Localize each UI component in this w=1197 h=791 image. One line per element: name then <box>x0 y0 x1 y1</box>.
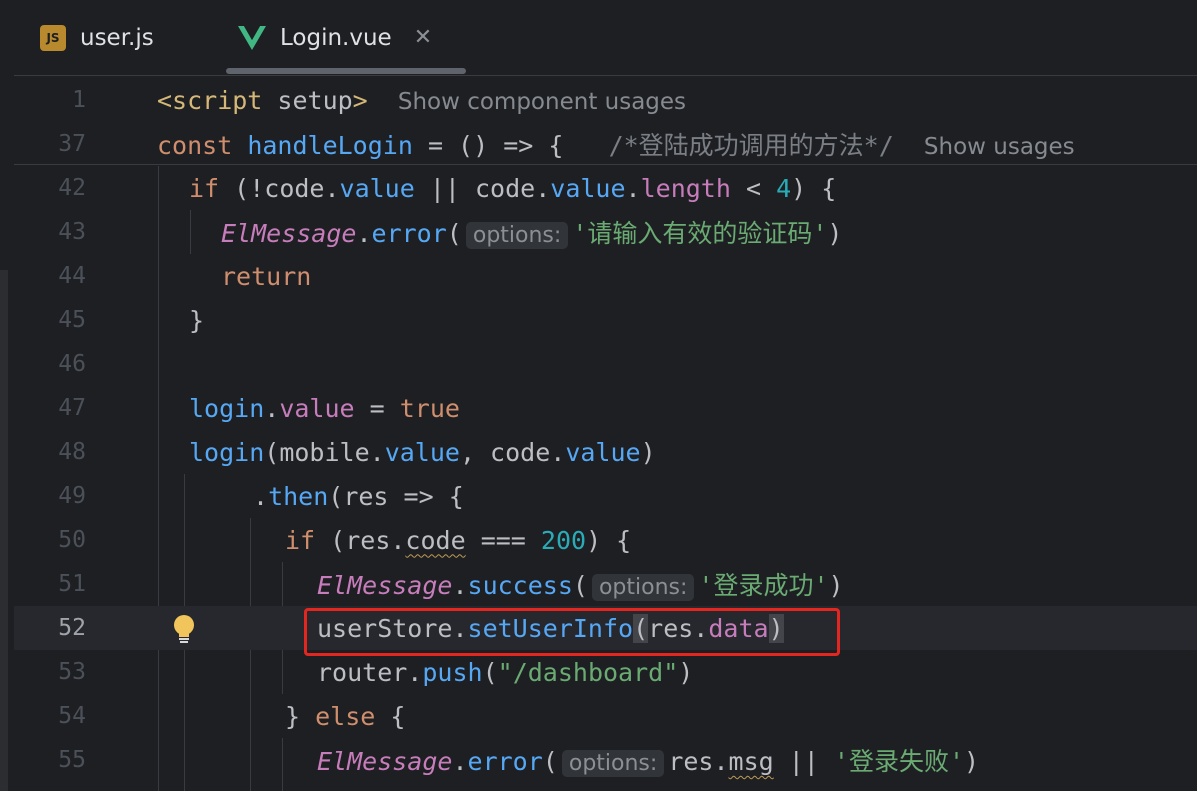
line-number: 53 <box>58 659 86 685</box>
code-text: ElMessage.error(options: res.msg || '登录失败… <box>317 747 980 777</box>
code-line[interactable]: 45 } <box>14 298 1197 342</box>
line-number: 54 <box>58 703 86 729</box>
tab-label: Login.vue <box>280 24 392 51</box>
parameter-hint: options: <box>591 574 695 601</box>
code-line[interactable]: 50 if (res.code === 200) { <box>14 518 1197 562</box>
line-number: 37 <box>58 131 86 157</box>
code-line[interactable]: 42 if (!code.value || code.value.length … <box>14 166 1197 210</box>
sticky-line[interactable]: 1 <script setup> Show component usages <box>14 78 1197 122</box>
line-number: 45 <box>58 307 86 333</box>
line-number: 44 <box>58 263 86 289</box>
line-number: 43 <box>58 219 86 245</box>
show-component-usages-link[interactable]: Show component usages <box>398 89 686 115</box>
line-number: 46 <box>58 351 86 377</box>
code-line[interactable]: 46 <box>14 342 1197 386</box>
line-number: 55 <box>58 747 86 773</box>
close-icon[interactable]: ✕ <box>414 25 432 50</box>
code-text: <script setup> Show component usages <box>157 85 687 115</box>
code-text: ElMessage.error(options: '请输入有效的验证码') <box>221 219 843 249</box>
line-number: 47 <box>58 395 86 421</box>
code-line[interactable]: } <box>14 782 1197 791</box>
code-text: } else { <box>285 701 406 731</box>
active-tab-indicator <box>226 68 466 74</box>
line-number: 42 <box>58 175 86 201</box>
code-line[interactable]: 54 } else { <box>14 694 1197 738</box>
vue-file-icon <box>238 25 266 50</box>
string-literal: '登录成功' <box>698 571 829 600</box>
code-text: if (res.code === 200) { <box>285 525 632 555</box>
string-literal: '登录失败' <box>833 747 965 776</box>
line-number: 49 <box>58 483 86 509</box>
code-text: return <box>221 261 312 291</box>
string-literal: '请输入有效的验证码' <box>572 219 828 248</box>
parameter-hint: options: <box>561 750 665 777</box>
code-line[interactable]: 47 login.value = true <box>14 386 1197 430</box>
left-scrollbar[interactable] <box>0 270 8 791</box>
sticky-line[interactable]: 37 const handleLogin = () => { /*登陆成功调用的… <box>14 122 1197 166</box>
code-text: .then(res => { <box>253 481 464 511</box>
code-text: } <box>189 305 205 335</box>
js-file-icon: JS <box>40 24 66 51</box>
left-panel-strip <box>0 0 14 791</box>
sticky-separator <box>14 164 1197 165</box>
code-line[interactable]: 48 login(mobile.value, code.value) <box>14 430 1197 474</box>
code-line[interactable]: 49 .then(res => { <box>14 474 1197 518</box>
code-text: const handleLogin = () => { /*登陆成功调用的方法*… <box>157 131 1075 160</box>
code-line[interactable]: 43 ElMessage.error(options: '请输入有效的验证码') <box>14 210 1197 254</box>
lightbulb-icon[interactable] <box>172 614 196 646</box>
code-text: login.value = true <box>189 393 460 423</box>
tab-user-js[interactable]: JS user.js <box>40 0 154 75</box>
line-number: 1 <box>72 87 86 113</box>
line-number: 50 <box>58 527 86 553</box>
line-number: 48 <box>58 439 86 465</box>
string-literal: "/dashboard" <box>497 657 679 687</box>
code-line[interactable]: 51 ElMessage.success(options: '登录成功') <box>14 562 1197 606</box>
code-text: router.push("/dashboard") <box>317 657 694 687</box>
code-line-current[interactable]: 52 userStore.setUserInfo(res.data) <box>14 606 1197 650</box>
editor-tab-bar: JS user.js Login.vue ✕ <box>14 0 1197 76</box>
code-comment: /*登陆成功调用的方法*/ <box>608 131 894 160</box>
tab-login-vue[interactable]: Login.vue ✕ <box>238 0 432 75</box>
code-editor[interactable]: 1 <script setup> Show component usages 3… <box>14 76 1197 791</box>
code-line[interactable]: 55 ElMessage.error(options: res.msg || '登… <box>14 738 1197 782</box>
line-number: 51 <box>58 571 86 597</box>
code-text: ElMessage.success(options: '登录成功') <box>317 571 844 601</box>
code-text: userStore.setUserInfo(res.data) <box>317 613 784 643</box>
code-text: login(mobile.value, code.value) <box>189 437 656 467</box>
code-text: if (!code.value || code.value.length < 4… <box>189 173 837 203</box>
line-number: 52 <box>58 615 86 641</box>
tab-label: user.js <box>80 24 154 51</box>
parameter-hint: options: <box>465 222 569 249</box>
show-usages-link[interactable]: Show usages <box>924 134 1075 160</box>
code-line[interactable]: 53 router.push("/dashboard") <box>14 650 1197 694</box>
code-line[interactable]: 44 return <box>14 254 1197 298</box>
